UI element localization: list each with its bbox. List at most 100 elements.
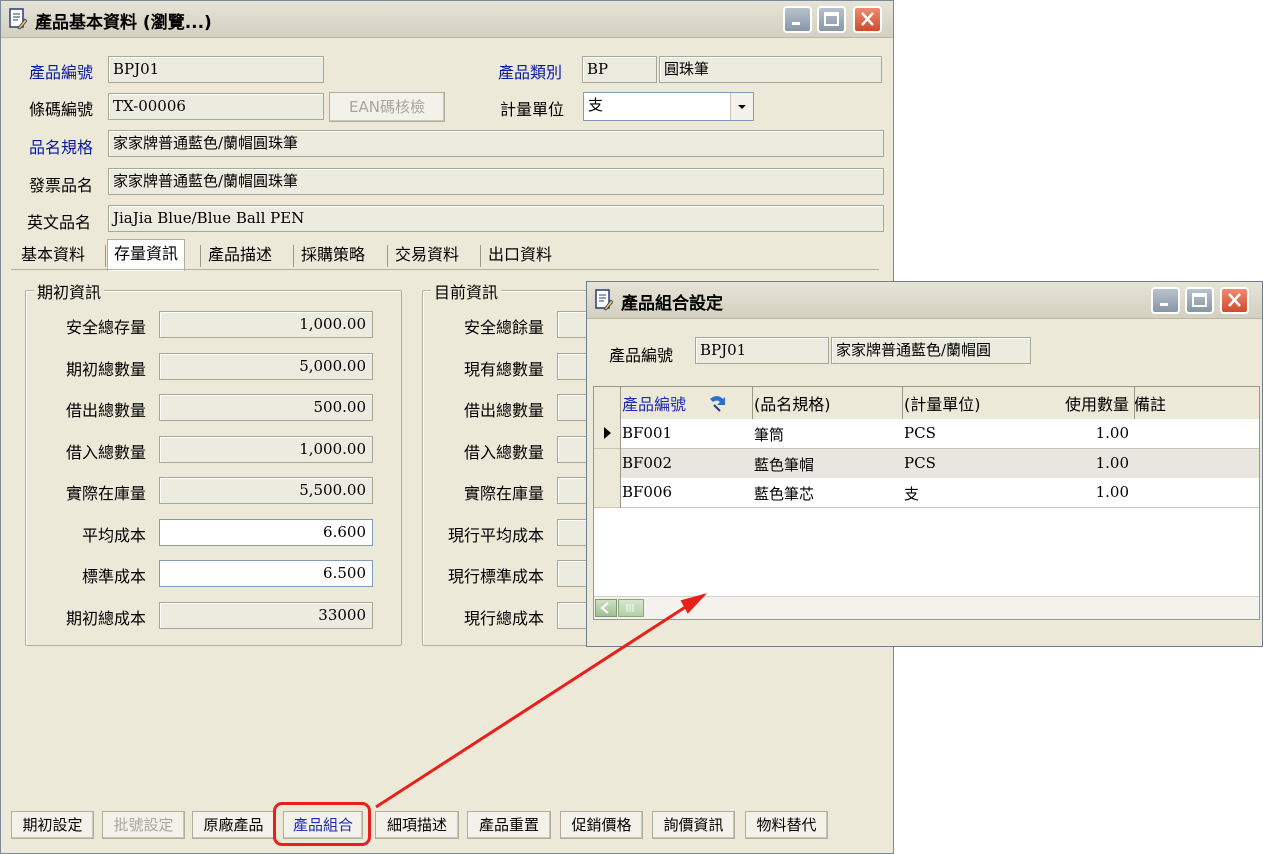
grid-row[interactable] <box>621 448 1259 479</box>
initial-row-label: 安全總存量 <box>65 318 146 337</box>
minimize-icon <box>1160 303 1168 306</box>
minimize-button[interactable] <box>1151 287 1180 314</box>
initial-row-value: 33000 <box>159 601 373 629</box>
spec-field[interactable]: 家家牌普通藍色/蘭帽圓珠筆 <box>108 130 884 157</box>
bottom-button[interactable]: 促銷價格 <box>560 811 643 839</box>
tab-separator <box>105 245 106 267</box>
invoice-name-label: 發票品名 <box>29 176 94 195</box>
window-title: 產品基本資料 (瀏覽...) <box>35 13 212 33</box>
bottom-button[interactable]: 產品重置 <box>467 811 551 839</box>
grid-row[interactable] <box>621 419 1259 449</box>
tab-separator <box>293 245 294 267</box>
initial-row-label: 借出總數量 <box>65 401 146 420</box>
product-combo-window: 產品組合設定 產品編號 BPJ01 家家牌普通藍色/蘭帽圓 產品編號 (品名規格)… <box>586 281 1263 647</box>
initial-info-group: 期初資訊 <box>25 279 402 646</box>
initial-row-value[interactable]: 6.600 <box>159 518 373 546</box>
grid-column-header[interactable]: 使用數量 <box>1014 391 1129 415</box>
product-no-field[interactable]: BPJ01 <box>108 56 324 83</box>
row-header[interactable] <box>594 478 620 508</box>
current-row-label: 現行總成本 <box>463 608 544 628</box>
barcode-field[interactable]: TX-00006 <box>108 93 324 120</box>
bottom-button[interactable]: 期初設定 <box>11 811 94 839</box>
initial-row-label: 平均成本 <box>81 525 146 545</box>
grid-cell-qty: 1.00 <box>1095 483 1129 501</box>
category-name-field[interactable]: 圓珠筆 <box>659 56 882 83</box>
current-row-label: 借出總數量 <box>463 401 544 420</box>
english-name-field[interactable]: JiaJia Blue/Blue Ball PEN <box>108 205 884 232</box>
grid-cell-qty: 1.00 <box>1095 453 1129 472</box>
maximize-button[interactable] <box>1185 287 1214 314</box>
barcode-label: 條碼編號 <box>29 100 94 119</box>
category-code-field[interactable]: BP <box>582 56 657 83</box>
initial-row-label: 期初總數量 <box>65 359 146 379</box>
grid-hscrollbar[interactable] <box>594 596 1259 619</box>
grid-row[interactable] <box>621 478 1259 508</box>
tab-separator <box>387 245 388 267</box>
tab-4[interactable]: 採購策略 <box>295 241 371 269</box>
main-titlebar[interactable]: 產品基本資料 (瀏覽...) <box>1 1 893 38</box>
minimize-button[interactable] <box>783 6 812 33</box>
english-name-label: 英文品名 <box>27 213 92 232</box>
document-edit-icon <box>9 8 27 30</box>
tab-3[interactable]: 產品描述 <box>202 241 278 269</box>
initial-row-label: 實際在庫量 <box>65 484 146 503</box>
arrow-left-icon <box>600 602 609 614</box>
grid-column-header[interactable]: (品名規格) <box>754 391 831 415</box>
combo-product-no-field: BPJ01 <box>695 337 829 364</box>
document-edit-icon <box>595 289 613 311</box>
row-header[interactable] <box>594 448 620 479</box>
tab-5[interactable]: 交易資料 <box>389 241 465 269</box>
bottom-button[interactable]: 原廠產品 <box>192 811 275 839</box>
sort-arrow-icon[interactable] <box>706 393 728 413</box>
close-icon <box>1228 293 1241 307</box>
scroll-thumb[interactable] <box>618 599 644 617</box>
tab-separator <box>200 245 201 267</box>
grid-cell-unit: PCS <box>904 453 936 472</box>
bottom-button[interactable]: 物料替代 <box>745 811 828 839</box>
combo-product-name-field: 家家牌普通藍色/蘭帽圓 <box>831 337 1031 364</box>
initial-row-value: 1,000.00 <box>159 435 373 463</box>
current-row-label: 借入總數量 <box>463 442 544 462</box>
grid-cell-name: 藍色筆芯 <box>754 485 815 503</box>
current-row-label: 安全總餘量 <box>463 318 544 337</box>
tab-6[interactable]: 出口資料 <box>482 241 558 269</box>
grid-column-header[interactable]: 備註 <box>1134 391 1166 415</box>
bottom-button[interactable]: 詢價資訊 <box>652 811 735 839</box>
bottom-button[interactable]: 批號設定 <box>102 811 185 839</box>
tab-1[interactable]: 基本資料 <box>15 241 91 269</box>
highlight-ring <box>273 802 371 846</box>
combo-window-title: 產品組合設定 <box>621 294 723 314</box>
initial-row-value[interactable]: 6.500 <box>159 560 373 587</box>
current-row-pointer-icon <box>604 427 611 439</box>
grid-cell-code: BF006 <box>622 483 673 501</box>
product-no-label: 產品編號 <box>29 63 94 82</box>
category-label: 產品類別 <box>498 63 563 82</box>
unit-select[interactable]: 支 <box>583 92 754 121</box>
maximize-icon <box>824 12 839 26</box>
combo-titlebar[interactable]: 產品組合設定 <box>587 282 1262 319</box>
combo-grid[interactable]: 產品編號 (品名規格) (計量單位) 使用數量 備註 BF001 筆筒 PCS 1.00 BF00… <box>593 386 1260 620</box>
unit-value: 支 <box>588 96 604 114</box>
row-header[interactable] <box>594 419 620 449</box>
initial-row-value: 1,000.00 <box>159 311 373 338</box>
bottom-button[interactable]: 細項描述 <box>375 811 459 839</box>
maximize-button[interactable] <box>817 6 846 33</box>
maximize-icon <box>1192 293 1207 307</box>
close-button[interactable] <box>1220 287 1249 314</box>
tab-2[interactable]: 存量資訊 <box>107 239 186 271</box>
initial-row-value: 5,500.00 <box>159 477 373 504</box>
tab-separator <box>480 245 481 267</box>
invoice-name-field[interactable]: 家家牌普通藍色/蘭帽圓珠筆 <box>108 168 884 195</box>
current-row-label: 現行標準成本 <box>447 567 544 586</box>
grid-cell-unit: PCS <box>904 424 936 442</box>
grid-column-header[interactable]: 產品編號 <box>622 391 686 415</box>
current-row-label: 現有總數量 <box>463 359 544 379</box>
grid-cell-unit: 支 <box>904 485 920 503</box>
grid-column-header[interactable]: (計量單位) <box>904 391 981 415</box>
grip-icon <box>626 604 634 612</box>
close-button[interactable] <box>853 6 882 33</box>
scroll-left-button[interactable] <box>595 599 617 617</box>
dropdown-button[interactable] <box>730 93 753 120</box>
ean-check-button[interactable]: EAN碼核檢 <box>329 92 445 122</box>
minimize-icon <box>792 22 800 25</box>
